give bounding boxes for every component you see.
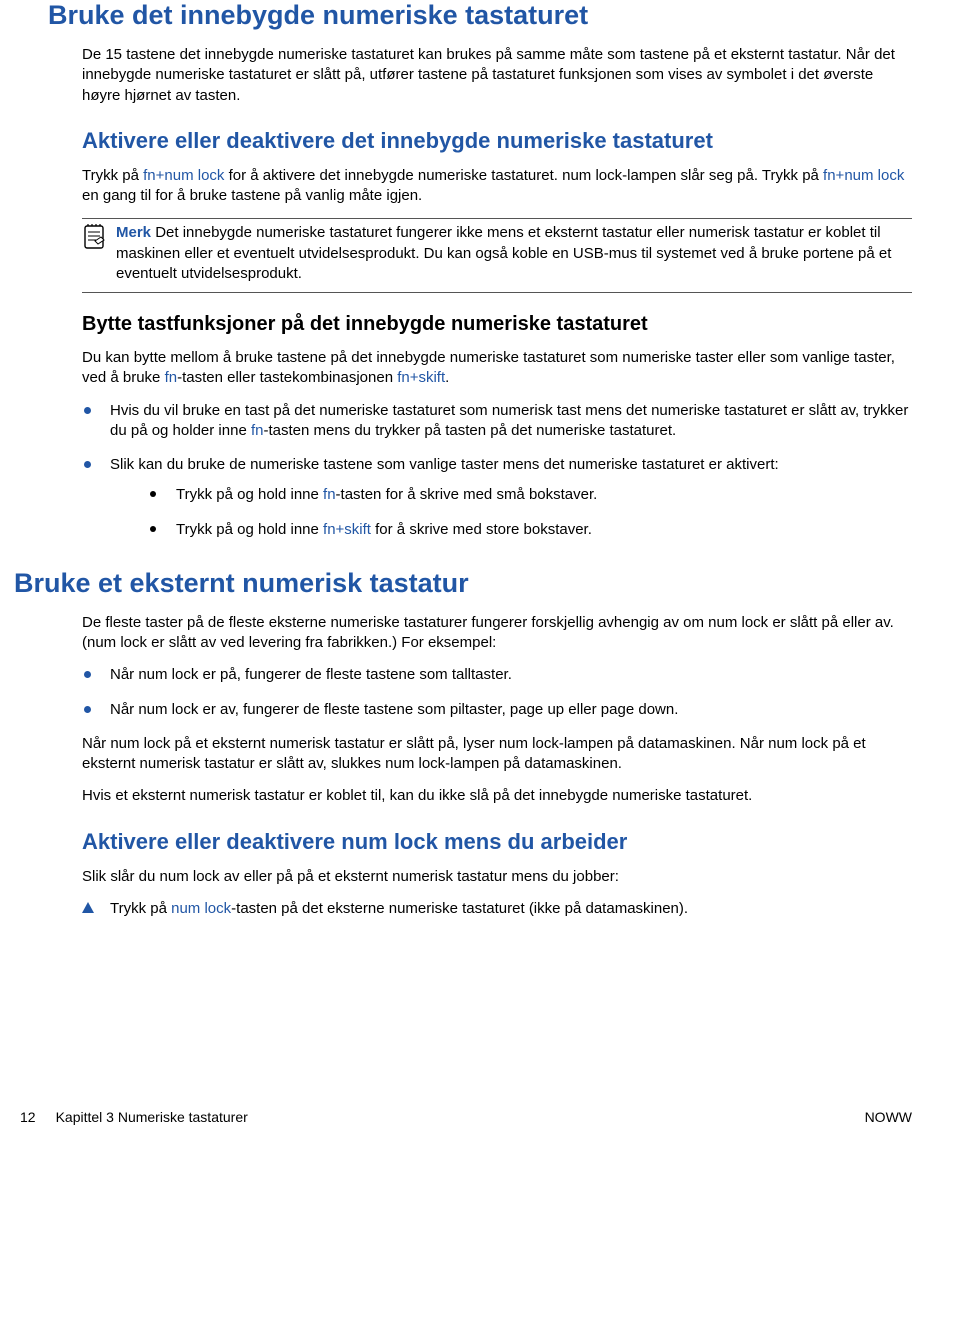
note-block: Merk Det innebygde numeriske tastaturet …	[82, 218, 912, 293]
para-numlock-working: Slik slår du num lock av eller på på et …	[82, 867, 912, 887]
list-item: Når num lock er av, fungerer de fleste t…	[82, 700, 912, 720]
text: .	[445, 369, 449, 386]
para-intro: De 15 tastene det innebygde numeriske ta…	[82, 45, 912, 106]
text: Slik kan du bruke de numeriske tastene s…	[110, 456, 779, 473]
footer-right: NOWW	[865, 1109, 912, 1125]
para-activate: Trykk på fn+num lock for å aktivere det …	[82, 166, 912, 207]
heading-switch-functions: Bytte tastfunksjoner på det innebygde nu…	[82, 313, 912, 336]
list-item: Når num lock er på, fungerer de fleste t…	[82, 665, 912, 685]
key-fn-shift: fn+skift	[323, 521, 371, 538]
bullet-list: Når num lock er på, fungerer de fleste t…	[82, 665, 912, 720]
step-list: Trykk på num lock-tasten på det eksterne…	[82, 899, 912, 919]
note-icon	[82, 223, 116, 256]
list-item: Trykk på num lock-tasten på det eksterne…	[82, 899, 912, 919]
para-numlock-lamp: Når num lock på et eksternt numerisk tas…	[82, 734, 912, 775]
key-fn: fn	[323, 486, 336, 503]
page-footer: 12 Kapittel 3 Numeriske tastaturer NOWW	[0, 1109, 960, 1143]
heading-embedded-keypad: Bruke det innebygde numeriske tastaturet	[48, 0, 912, 31]
text: Trykk på og hold inne	[176, 486, 323, 503]
note-label: Merk	[116, 224, 151, 241]
note-text: Merk Det innebygde numeriske tastaturet …	[116, 223, 912, 284]
key-fn: fn	[165, 369, 178, 386]
nested-bullet-list: Trykk på og hold inne fn-tasten for å sk…	[148, 485, 912, 540]
key-fn-shift: fn+skift	[397, 369, 445, 386]
list-item: Trykk på og hold inne fn+skift for å skr…	[148, 520, 912, 540]
key-fn: fn	[251, 422, 264, 439]
text: for å aktivere det innebygde numeriske t…	[224, 167, 823, 184]
text: Det innebygde numeriske tastaturet funge…	[116, 224, 891, 282]
text: Trykk på	[110, 900, 171, 917]
text: Trykk på	[82, 167, 143, 184]
heading-numlock-working: Aktivere eller deaktivere num lock mens …	[82, 829, 912, 855]
text: Trykk på og hold inne	[176, 521, 323, 538]
text: en gang til for å bruke tastene på vanli…	[82, 187, 422, 204]
list-item: Hvis du vil bruke en tast på det numeris…	[82, 401, 912, 442]
bullet-list: Hvis du vil bruke en tast på det numeris…	[82, 401, 912, 540]
text: -tasten for å skrive med små bokstaver.	[336, 486, 598, 503]
key-fn-numlock: fn+num lock	[143, 167, 224, 184]
text: for å skrive med store bokstaver.	[371, 521, 592, 538]
para-external-connected: Hvis et eksternt numerisk tastatur er ko…	[82, 786, 912, 806]
list-item: Slik kan du bruke de numeriske tastene s…	[82, 455, 912, 540]
chapter-label: Kapittel 3 Numeriske tastaturer	[56, 1109, 248, 1125]
heading-activate-embedded: Aktivere eller deaktivere det innebygde …	[82, 128, 912, 154]
text: -tasten på det eksterne numeriske tastat…	[231, 900, 688, 917]
text: -tasten mens du trykker på tasten på det…	[263, 422, 676, 439]
heading-external-keypad: Bruke et eksternt numerisk tastatur	[14, 568, 912, 599]
text: -tasten eller tastekombinasjonen	[177, 369, 397, 386]
para-external-intro: De fleste taster på de fleste eksterne n…	[82, 613, 912, 654]
key-fn-numlock: fn+num lock	[823, 167, 904, 184]
key-numlock: num lock	[171, 900, 231, 917]
list-item: Trykk på og hold inne fn-tasten for å sk…	[148, 485, 912, 505]
para-switch: Du kan bytte mellom å bruke tastene på d…	[82, 348, 912, 389]
page-number: 12	[20, 1109, 36, 1125]
